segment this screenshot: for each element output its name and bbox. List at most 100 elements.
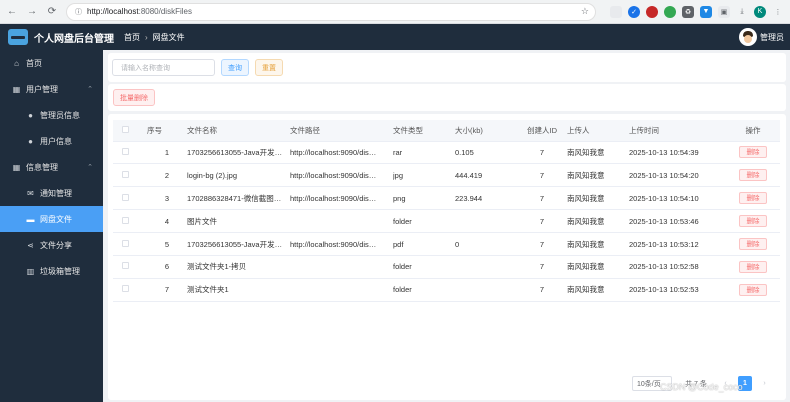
sidebar-item-admin-info[interactable]: ● 管理员信息 bbox=[0, 102, 103, 128]
creator-id: 7 bbox=[517, 255, 567, 279]
file-name: 1703256613055-Java开发… bbox=[187, 232, 290, 256]
extension-icon[interactable]: ♻ bbox=[682, 5, 694, 18]
file-path bbox=[290, 209, 393, 234]
checkbox[interactable] bbox=[122, 285, 129, 293]
row-checkbox[interactable] bbox=[113, 186, 147, 211]
uploader: 南风知我意 bbox=[567, 255, 629, 279]
file-name: login-bg (2).jpg bbox=[187, 163, 290, 188]
query-button[interactable]: 查询 bbox=[221, 59, 249, 76]
column-header: 操作 bbox=[726, 120, 780, 142]
upload-time: 2025-10-13 10:54:10 bbox=[629, 186, 726, 211]
user-icon: ● bbox=[28, 136, 33, 146]
grid-icon: ▦ bbox=[12, 84, 21, 94]
row-number: 4 bbox=[147, 209, 187, 234]
checkbox[interactable] bbox=[122, 239, 129, 247]
checkbox[interactable] bbox=[122, 262, 129, 270]
file-type: rar bbox=[393, 141, 455, 165]
address-bar[interactable]: ⓘ http://localhost:8080/diskFiles ☆ bbox=[66, 2, 596, 21]
file-size: 223.944 bbox=[455, 186, 517, 211]
checkbox[interactable] bbox=[122, 147, 129, 155]
creator-id: 7 bbox=[517, 278, 567, 302]
delete-button[interactable]: 删除 bbox=[739, 192, 767, 205]
chevron-up-icon: ⌃ bbox=[87, 164, 93, 171]
uploader: 南风知我意 bbox=[567, 278, 629, 302]
sidebar-item-label: 用户管理 bbox=[26, 84, 58, 94]
reload-icon[interactable]: ⟳ bbox=[44, 4, 60, 20]
extension-icon[interactable]: ✓ bbox=[628, 5, 640, 18]
delete-button[interactable]: 删除 bbox=[739, 260, 767, 273]
sidebar-item-label: 管理员信息 bbox=[40, 110, 80, 120]
file-path: http://localhost:9090/dis… bbox=[290, 186, 393, 211]
sidebar-item-label: 用户信息 bbox=[40, 136, 72, 146]
checkbox[interactable] bbox=[122, 170, 129, 178]
sidebar-item-user-info[interactable]: ● 用户信息 bbox=[0, 128, 103, 154]
sidebar-item-home[interactable]: ⌂ 首页 bbox=[0, 50, 103, 76]
extension-icon[interactable] bbox=[610, 5, 622, 18]
forward-icon[interactable]: → bbox=[24, 4, 40, 20]
upload-time: 2025-10-13 10:52:53 bbox=[629, 278, 726, 302]
sidebar-item-file-share[interactable]: ⋖ 文件分享 bbox=[0, 232, 103, 258]
file-type: pdf bbox=[393, 232, 455, 256]
table-row: 7 测试文件夹1 folder 7 南风知我意 2025-10-13 10:52:53 删除 bbox=[113, 278, 780, 302]
download-icon[interactable]: ⤓ bbox=[736, 5, 748, 18]
extension-icon[interactable] bbox=[646, 5, 658, 18]
row-checkbox[interactable] bbox=[113, 209, 147, 234]
batch-delete-button[interactable]: 批量删除 bbox=[113, 89, 155, 106]
extension-icon[interactable]: ▼ bbox=[700, 5, 712, 18]
puzzle-icon[interactable]: ▣ bbox=[718, 5, 730, 18]
user-name[interactable]: 管理员 bbox=[760, 32, 784, 43]
row-checkbox[interactable] bbox=[113, 163, 147, 188]
sidebar-item-disk-files[interactable]: ▬ 网盘文件 bbox=[0, 206, 103, 232]
delete-button[interactable]: 删除 bbox=[739, 215, 767, 228]
logo-icon bbox=[8, 29, 28, 45]
extension-icon[interactable] bbox=[664, 5, 676, 18]
row-checkbox[interactable] bbox=[113, 141, 147, 165]
delete-button[interactable]: 删除 bbox=[739, 169, 767, 182]
select-all-checkbox[interactable] bbox=[113, 120, 147, 142]
file-name: 测试文件夹1 bbox=[187, 278, 290, 302]
file-size: 444.419 bbox=[455, 163, 517, 188]
row-checkbox[interactable] bbox=[113, 278, 147, 302]
file-type: folder bbox=[393, 255, 455, 279]
avatar[interactable] bbox=[739, 28, 757, 46]
sidebar-item-label: 网盘文件 bbox=[40, 214, 72, 224]
file-name: 测试文件夹1-拷贝 bbox=[187, 255, 290, 279]
reset-button[interactable]: 重置 bbox=[255, 59, 283, 76]
table-row: 1 1703256613055-Java开发… http://localhost:9… bbox=[113, 141, 780, 165]
info-icon[interactable]: ⓘ bbox=[75, 7, 82, 17]
column-header: 文件名称 bbox=[187, 120, 290, 142]
sidebar-item-trash[interactable]: ▥ 垃圾箱管理 bbox=[0, 258, 103, 284]
uploader: 南风知我意 bbox=[567, 232, 629, 256]
row-number: 3 bbox=[147, 186, 187, 211]
profile-icon[interactable]: K bbox=[754, 5, 766, 18]
delete-button[interactable]: 删除 bbox=[739, 146, 767, 159]
row-number: 1 bbox=[147, 141, 187, 165]
back-icon[interactable]: ← bbox=[4, 4, 20, 20]
row-checkbox[interactable] bbox=[113, 255, 147, 279]
checkbox[interactable] bbox=[122, 216, 129, 224]
sidebar-group-info-management[interactable]: ▦ 信息管理 ⌃ bbox=[0, 154, 103, 180]
file-size: 0.105 bbox=[455, 141, 517, 165]
watermark: CSDN @Code_coco bbox=[660, 382, 743, 392]
checkbox[interactable] bbox=[122, 193, 129, 201]
row-checkbox[interactable] bbox=[113, 232, 147, 256]
sidebar-item-notice[interactable]: ✉ 通知管理 bbox=[0, 180, 103, 206]
upload-time: 2025-10-13 10:54:20 bbox=[629, 163, 726, 188]
menu-dots-icon[interactable]: ⋮ bbox=[772, 5, 784, 18]
folder-icon: ▬ bbox=[26, 214, 35, 224]
breadcrumb-home[interactable]: 首页 bbox=[124, 32, 140, 43]
creator-id: 7 bbox=[517, 163, 567, 188]
delete-button[interactable]: 删除 bbox=[739, 283, 767, 296]
bookmark-star-icon[interactable]: ☆ bbox=[581, 6, 589, 17]
user-menu[interactable]: 管理员 bbox=[739, 28, 784, 46]
row-actions: 删除 bbox=[726, 278, 780, 302]
toolbar-panel bbox=[108, 84, 786, 111]
row-actions: 删除 bbox=[726, 163, 780, 188]
creator-id: 7 bbox=[517, 186, 567, 211]
sidebar-group-user-management[interactable]: ▦ 用户管理 ⌃ bbox=[0, 76, 103, 102]
uploader: 南风知我意 bbox=[567, 209, 629, 234]
search-input[interactable]: 请输入名称查询 bbox=[112, 59, 215, 76]
next-page-icon[interactable]: › bbox=[757, 376, 772, 391]
creator-id: 7 bbox=[517, 232, 567, 256]
delete-button[interactable]: 删除 bbox=[739, 238, 767, 250]
